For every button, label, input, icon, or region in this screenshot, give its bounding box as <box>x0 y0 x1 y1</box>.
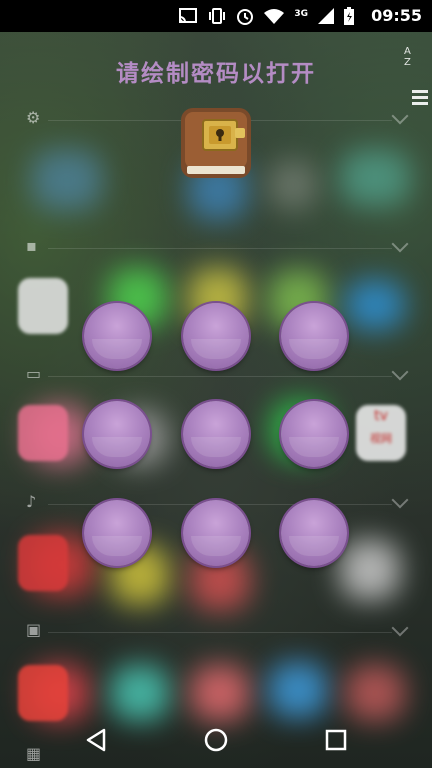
blurred-app-icon <box>340 150 410 206</box>
home-icon[interactable] <box>202 726 230 754</box>
blurred-app-icon <box>32 150 102 210</box>
pattern-dot[interactable] <box>183 401 249 467</box>
menu-icon <box>412 90 428 108</box>
pattern-dot[interactable] <box>281 303 347 369</box>
bilibili-app-icon <box>18 405 68 461</box>
blurred-app-icon <box>268 662 328 718</box>
signal-icon <box>318 8 334 24</box>
draw-pattern-prompt: 请绘制密码以打开 <box>116 61 316 87</box>
az-label: A Z <box>404 46 411 68</box>
music-app-icon <box>18 535 68 591</box>
network-type-label: 3G <box>294 8 308 19</box>
blurred-app-icon <box>268 160 318 210</box>
alarm-icon <box>237 9 254 25</box>
battery-icon <box>344 7 354 25</box>
pattern-dot[interactable] <box>84 303 150 369</box>
back-icon[interactable] <box>82 726 110 754</box>
section-divider <box>48 376 392 377</box>
pattern-dot[interactable] <box>183 500 249 566</box>
recents-icon[interactable] <box>322 726 350 754</box>
wifi-icon <box>264 9 285 24</box>
pattern-dot[interactable] <box>183 303 249 369</box>
status-bar: 3G 09:55 <box>0 0 432 32</box>
tv-badge-sub: 视网 <box>370 432 392 445</box>
tv-badge-text: tv <box>374 408 388 424</box>
tv-app-icon: tv 视网 <box>356 405 406 461</box>
pattern-dot[interactable] <box>281 500 347 566</box>
cast-icon <box>179 8 198 23</box>
section-divider <box>48 248 392 249</box>
gear-icon: ⚙ <box>26 108 41 127</box>
blurred-app-icon <box>345 280 405 330</box>
vibrate-icon <box>209 8 226 24</box>
navigation-bar <box>0 712 432 768</box>
pattern-dot[interactable] <box>84 500 150 566</box>
pattern-dot[interactable] <box>84 401 150 467</box>
locked-diary-icon <box>181 108 251 178</box>
alphabet-index[interactable]: A Z <box>404 44 430 105</box>
blurred-app-icon <box>340 540 400 600</box>
chat-icon: ▪ <box>26 236 37 255</box>
shopping-bag-icon: ▣ <box>26 620 42 639</box>
music-note-icon: ♪ <box>26 492 37 511</box>
section-divider <box>48 632 392 633</box>
monitor-icon: ▭ <box>26 364 42 383</box>
status-time: 09:55 <box>371 6 422 25</box>
qq-app-icon <box>18 278 68 334</box>
pattern-dot[interactable] <box>281 401 347 467</box>
